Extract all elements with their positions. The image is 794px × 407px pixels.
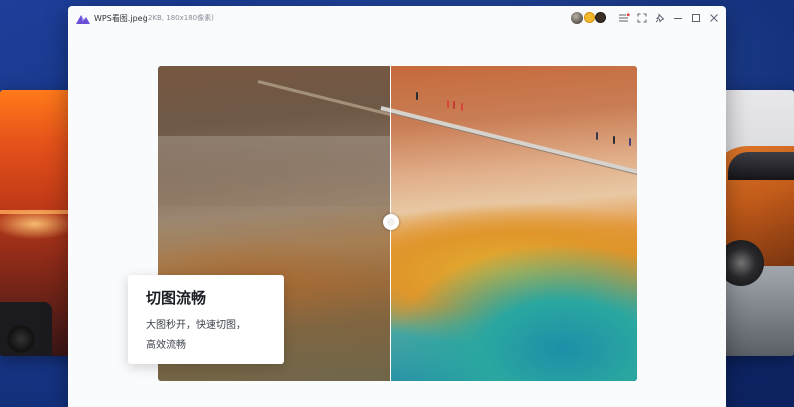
minimize-icon[interactable] <box>671 11 685 25</box>
feature-description: 大图秒开，快速切图， 高效流畅 <box>146 316 266 356</box>
file-info: ( 2KB, 180x180像素) <box>143 14 214 22</box>
pin-icon[interactable] <box>653 11 667 25</box>
visitor-figure <box>461 103 463 111</box>
visitor-figure <box>629 138 631 146</box>
member-badge-icon[interactable] <box>584 12 595 23</box>
wps-viewer-logo-icon <box>76 15 90 24</box>
feature-desc-line: 高效流畅 <box>146 340 186 351</box>
title-bar[interactable]: WPS看图.jpeg ( 2KB, 180x180像素) <box>68 6 726 32</box>
visitor-figure <box>596 132 598 140</box>
camera-lens <box>6 324 36 354</box>
close-icon[interactable] <box>707 11 721 25</box>
feature-title: 切图流畅 <box>146 289 207 307</box>
feature-callout-card: 切图流畅 大图秒开，快速切图， 高效流畅 <box>128 275 284 364</box>
vip-badge-icon[interactable] <box>595 12 606 23</box>
enhanced-image-half <box>380 66 637 381</box>
visitor-figure <box>447 100 449 108</box>
compare-slider-handle[interactable] <box>383 214 399 230</box>
boardwalk-right <box>380 106 637 176</box>
visitor-figure <box>416 92 418 100</box>
visitor-figure <box>453 101 455 109</box>
file-name: WPS看图.jpeg <box>94 14 148 23</box>
car-window <box>728 152 794 180</box>
maximize-icon[interactable] <box>689 11 703 25</box>
menu-icon[interactable] <box>617 11 631 25</box>
user-avatar[interactable] <box>571 12 583 24</box>
feature-desc-line: 大图秒开，快速切图， <box>146 320 246 331</box>
camera-silhouette <box>0 302 52 356</box>
visitor-figure <box>613 136 615 144</box>
fullscreen-icon[interactable] <box>635 11 649 25</box>
